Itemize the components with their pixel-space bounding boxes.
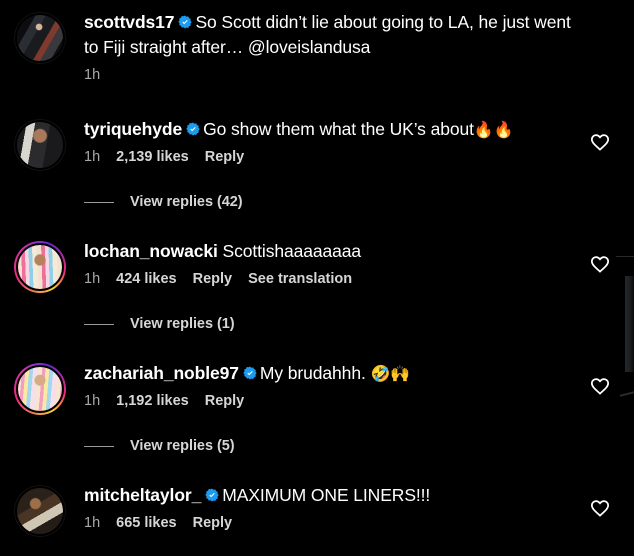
comment-item[interactable]: mitcheltaylor_ MAXIMUM ONE LINERS!!! 1h 6… bbox=[0, 483, 634, 537]
comment-likes[interactable]: 2,139 likes bbox=[116, 147, 189, 167]
see-translation-button[interactable]: See translation bbox=[248, 269, 352, 289]
comment-timestamp: 1h bbox=[84, 515, 101, 531]
comment-meta: 1h bbox=[84, 65, 576, 85]
verified-badge-icon bbox=[178, 11, 193, 29]
heart-outline-icon[interactable] bbox=[589, 131, 611, 153]
reply-button[interactable]: Reply bbox=[193, 269, 233, 289]
comment-text: Scottishaaaaaaaa bbox=[222, 241, 362, 261]
view-replies-button[interactable]: View replies (1) bbox=[0, 313, 634, 335]
comment-body: lochan_nowacki Scottishaaaaaaaa 1h 424 l… bbox=[66, 239, 634, 289]
avatar[interactable] bbox=[14, 241, 66, 293]
comment-username[interactable]: lochan_nowacki bbox=[84, 241, 218, 261]
comment-likes[interactable]: 1,192 likes bbox=[116, 391, 189, 411]
comment-text-line: scottvds17 So Scott didn’t lie about goin… bbox=[84, 10, 576, 60]
comment-meta: 1h 1,192 likes Reply bbox=[84, 391, 576, 411]
view-replies-label: View replies (42) bbox=[130, 194, 243, 210]
verified-badge-icon bbox=[205, 484, 219, 502]
comment-body: scottvds17 So Scott didn’t lie about goin… bbox=[66, 10, 634, 85]
comment-username[interactable]: mitcheltaylor_ bbox=[84, 485, 201, 505]
comment-meta: 1h 665 likes Reply bbox=[84, 513, 576, 533]
heart-outline-icon[interactable] bbox=[589, 375, 611, 397]
comment-timestamp: 1h bbox=[84, 271, 101, 287]
scroll-tick bbox=[616, 256, 634, 257]
comment-likes[interactable]: 665 likes bbox=[116, 513, 176, 533]
reply-button[interactable]: Reply bbox=[205, 391, 245, 411]
avatar-image bbox=[18, 367, 62, 411]
comment-text-line: zachariah_noble97 My brudahhh. 🤣🙌 bbox=[84, 361, 576, 386]
comment-timestamp: 1h bbox=[84, 67, 101, 83]
avatar-image bbox=[18, 245, 62, 289]
view-replies-label: View replies (1) bbox=[130, 316, 235, 332]
comment-meta: 1h 2,139 likes Reply bbox=[84, 147, 576, 167]
laughing-emoji: 🤣🙌 bbox=[370, 364, 411, 383]
avatar-image bbox=[17, 122, 63, 168]
comment-body: mitcheltaylor_ MAXIMUM ONE LINERS!!! 1h 6… bbox=[66, 483, 634, 533]
avatar[interactable] bbox=[14, 363, 66, 415]
comment-text-line: tyriquehyde Go show them what the UK’s ab… bbox=[84, 117, 576, 142]
replies-divider-line bbox=[84, 201, 114, 203]
verified-badge-icon bbox=[186, 118, 200, 136]
reply-button[interactable]: Reply bbox=[205, 147, 245, 167]
avatar-image bbox=[17, 488, 63, 534]
avatar[interactable] bbox=[14, 119, 66, 171]
comment-username[interactable]: scottvds17 bbox=[84, 12, 175, 32]
comments-feed: scottvds17 So Scott didn’t lie about goin… bbox=[0, 0, 634, 556]
comment-item[interactable]: scottvds17 So Scott didn’t lie about goin… bbox=[0, 10, 634, 85]
comment-likes[interactable]: 424 likes bbox=[116, 269, 176, 289]
avatar-image bbox=[17, 15, 63, 61]
comment-text: MAXIMUM ONE LINERS!!! bbox=[222, 485, 431, 505]
avatar[interactable] bbox=[14, 485, 66, 537]
scrollbar-thumb[interactable] bbox=[625, 276, 634, 372]
heart-outline-icon[interactable] bbox=[589, 497, 611, 519]
replies-divider-line bbox=[84, 323, 114, 325]
comment-text: Go show them what the UK’s about bbox=[203, 119, 474, 139]
comment-text-line: lochan_nowacki Scottishaaaaaaaa bbox=[84, 239, 576, 264]
view-replies-button[interactable]: View replies (5) bbox=[0, 435, 634, 457]
comment-item[interactable]: lochan_nowacki Scottishaaaaaaaa 1h 424 l… bbox=[0, 239, 634, 293]
reply-button[interactable]: Reply bbox=[193, 513, 233, 533]
fire-emoji: 🔥🔥 bbox=[473, 120, 514, 139]
comment-timestamp: 1h bbox=[84, 149, 101, 165]
comment-text-line: mitcheltaylor_ MAXIMUM ONE LINERS!!! bbox=[84, 483, 576, 508]
comment-timestamp: 1h bbox=[84, 393, 101, 409]
comment-item[interactable]: tyriquehyde Go show them what the UK’s ab… bbox=[0, 117, 634, 171]
comment-username[interactable]: tyriquehyde bbox=[84, 119, 182, 139]
comment-meta: 1h 424 likes Reply See translation bbox=[84, 269, 576, 289]
comment-item[interactable]: zachariah_noble97 My brudahhh. 🤣🙌 1h 1,19… bbox=[0, 361, 634, 415]
view-replies-button[interactable]: View replies (42) bbox=[0, 191, 634, 213]
replies-divider-line bbox=[84, 445, 114, 447]
comment-text: My brudahhh. bbox=[259, 363, 366, 383]
verified-badge-icon bbox=[243, 362, 257, 380]
comment-body: zachariah_noble97 My brudahhh. 🤣🙌 1h 1,19… bbox=[66, 361, 634, 411]
heart-outline-icon[interactable] bbox=[589, 253, 611, 275]
comment-username[interactable]: zachariah_noble97 bbox=[84, 363, 239, 383]
view-replies-label: View replies (5) bbox=[130, 438, 235, 454]
comment-body: tyriquehyde Go show them what the UK’s ab… bbox=[66, 117, 634, 167]
avatar[interactable] bbox=[14, 12, 66, 64]
